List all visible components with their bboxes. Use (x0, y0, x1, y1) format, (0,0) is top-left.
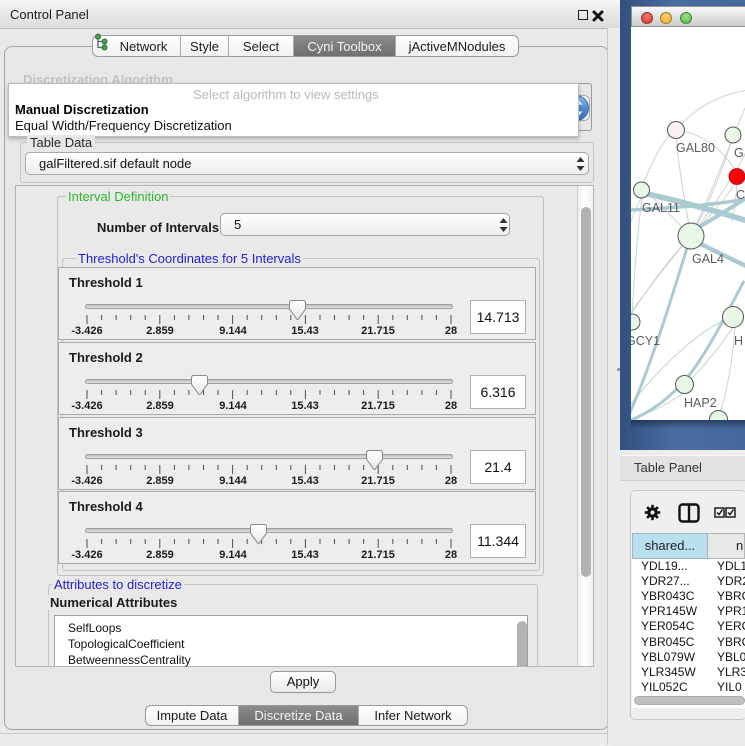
svg-text:GAL4: GAL4 (692, 252, 724, 266)
svg-text:HAP2: HAP2 (684, 396, 717, 410)
svg-text:GAL80: GAL80 (676, 141, 715, 155)
svg-text:C: C (736, 188, 745, 202)
svg-text:H: H (734, 334, 743, 348)
svg-text:GAL11: GAL11 (642, 201, 680, 215)
svg-text:GCY1: GCY1 (631, 334, 660, 348)
svg-text:G...: G... (734, 146, 745, 160)
